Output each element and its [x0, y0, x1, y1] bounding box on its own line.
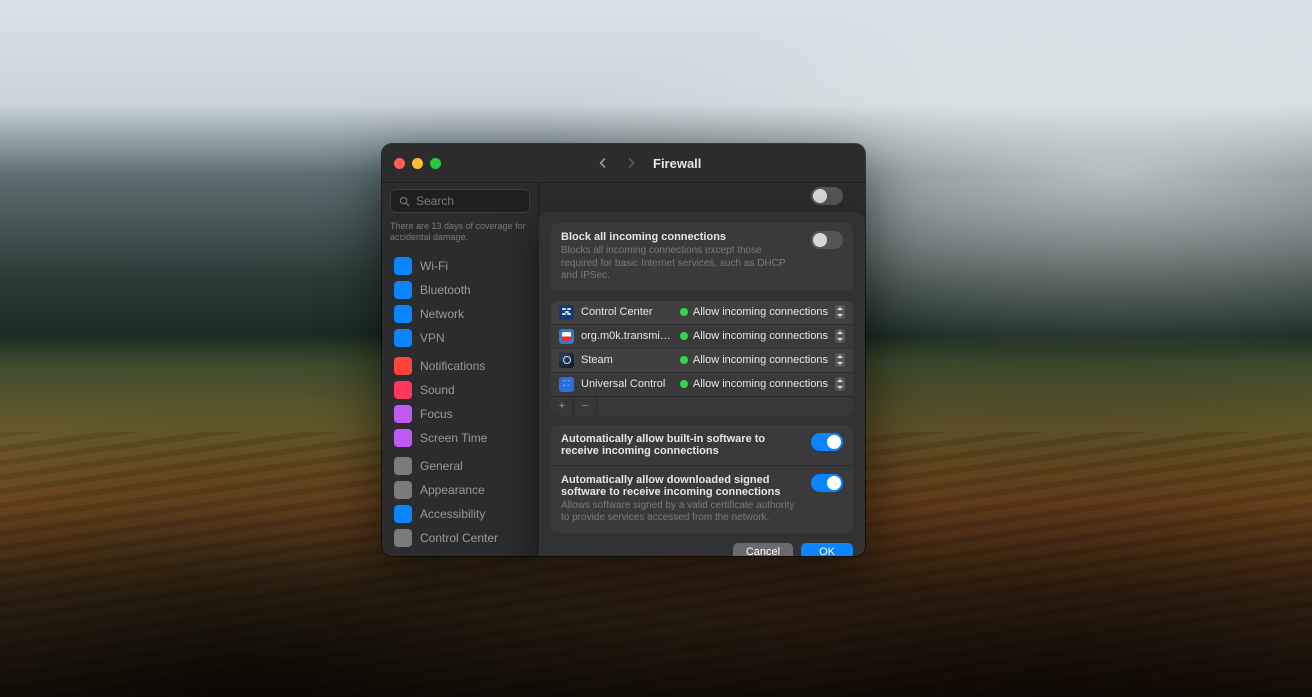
sidebar-item-network[interactable]: Network — [390, 302, 530, 326]
bt-icon — [394, 281, 412, 299]
auto-signed-title: Automatically allow downloaded signed so… — [561, 474, 801, 498]
app-name: Universal Control — [581, 378, 673, 390]
bell-icon — [394, 357, 412, 375]
app-icon — [559, 353, 574, 368]
snd-icon — [394, 381, 412, 399]
app-status-text: Allow incoming connections — [693, 306, 828, 318]
app-status: Allow incoming connections — [680, 354, 828, 366]
net-icon — [394, 305, 412, 323]
sidebar-item-control-center[interactable]: Control Center — [390, 526, 530, 550]
block-all-title: Block all incoming connections — [561, 231, 801, 243]
app-name: Steam — [581, 354, 673, 366]
sheet-backdrop: Block all incoming connections Blocks al… — [539, 183, 865, 556]
cc-icon — [394, 529, 412, 547]
main-pane: Options… ? Block all incoming connection… — [539, 183, 865, 556]
sidebar-item-label: VPN — [420, 331, 445, 345]
app-status-text: Allow incoming connections — [693, 378, 828, 390]
search-input[interactable]: Search — [390, 189, 530, 213]
app-name: org.m0k.transmission — [581, 330, 673, 342]
sidebar-item-bluetooth[interactable]: Bluetooth — [390, 278, 530, 302]
block-all-toggle[interactable] — [811, 231, 843, 249]
app-status-stepper[interactable] — [835, 353, 845, 367]
block-all-desc: Blocks all incoming connections except t… — [561, 245, 801, 283]
app-status-stepper[interactable] — [835, 305, 845, 319]
app-icon — [559, 329, 574, 344]
sidebar-item-vpn[interactable]: VPN — [390, 326, 530, 350]
sidebar-item-label: Accessibility — [420, 507, 485, 521]
sidebar-item-appearance[interactable]: Appearance — [390, 478, 530, 502]
search-icon — [399, 196, 410, 207]
app-status-text: Allow incoming connections — [693, 330, 828, 342]
system-settings-window: Firewall Search There are 13 days of cov… — [382, 144, 865, 556]
app-name: Control Center — [581, 306, 673, 318]
applecare-notice: There are 13 days of coverage for accide… — [390, 221, 530, 244]
status-dot-icon — [680, 332, 688, 340]
st-icon — [394, 429, 412, 447]
sidebar-item-label: General — [420, 459, 463, 473]
sidebar-item-accessibility[interactable]: Accessibility — [390, 502, 530, 526]
app-icon — [559, 305, 574, 320]
auto-builtin-toggle[interactable] — [811, 433, 843, 451]
vpn-icon — [394, 329, 412, 347]
sidebar-item-wi-fi[interactable]: Wi-Fi — [390, 254, 530, 278]
ok-button[interactable]: OK — [801, 543, 853, 557]
window-titlebar: Firewall — [382, 144, 865, 183]
sidebar-item-label: Wi-Fi — [420, 259, 448, 273]
status-dot-icon — [680, 356, 688, 364]
sidebar-item-label: Appearance — [420, 483, 485, 497]
sidebar-item-label: Screen Time — [420, 431, 487, 445]
minimize-window-button[interactable] — [412, 158, 423, 169]
acc-icon — [394, 505, 412, 523]
zoom-window-button[interactable] — [430, 158, 441, 169]
app-status-stepper[interactable] — [835, 329, 845, 343]
block-all-section: Block all incoming connections Blocks al… — [551, 223, 853, 291]
wifi-icon — [394, 257, 412, 275]
focus-icon — [394, 405, 412, 423]
window-traffic-lights — [394, 158, 441, 169]
sidebar-item-notifications[interactable]: Notifications — [390, 354, 530, 378]
auto-signed-toggle[interactable] — [811, 474, 843, 492]
nav-back-button[interactable] — [593, 153, 613, 173]
sidebar-item-label: Control Center — [420, 531, 498, 545]
app-row[interactable]: Steam Allow incoming connections — [551, 348, 853, 372]
close-window-button[interactable] — [394, 158, 405, 169]
search-placeholder: Search — [416, 194, 454, 208]
sidebar-item-label: Focus — [420, 407, 453, 421]
status-dot-icon — [680, 308, 688, 316]
app-row[interactable]: org.m0k.transmission Allow incoming conne… — [551, 324, 853, 348]
firewall-options-sheet: Block all incoming connections Blocks al… — [539, 213, 865, 556]
auto-builtin-title: Automatically allow built-in software to… — [561, 433, 801, 457]
sidebar-item-screen-time[interactable]: Screen Time — [390, 426, 530, 450]
sidebar-item-label: Network — [420, 307, 464, 321]
app-status: Allow incoming connections — [680, 330, 828, 342]
gear-icon — [394, 457, 412, 475]
app-status: Allow incoming connections — [680, 378, 828, 390]
app-row[interactable]: Universal Control Allow incoming connecti… — [551, 372, 853, 396]
app-icon — [559, 377, 574, 392]
window-title: Firewall — [653, 156, 701, 171]
app-status-stepper[interactable] — [835, 377, 845, 391]
remove-app-button[interactable]: − — [574, 397, 597, 415]
app-list: Control Center Allow incoming connections… — [551, 301, 853, 415]
auto-signed-desc: Allows software signed by a valid certif… — [561, 500, 801, 525]
sidebar-item-label: Sound — [420, 383, 455, 397]
app-row[interactable]: Control Center Allow incoming connections — [551, 301, 853, 324]
sidebar: Search There are 13 days of coverage for… — [382, 183, 539, 556]
sidebar-item-label: Bluetooth — [420, 283, 471, 297]
sidebar-item-label: Notifications — [420, 359, 485, 373]
status-dot-icon — [680, 380, 688, 388]
sidebar-item-focus[interactable]: Focus — [390, 402, 530, 426]
app-status: Allow incoming connections — [680, 306, 828, 318]
app-list-footer: +− — [551, 396, 853, 415]
sidebar-item-sound[interactable]: Sound — [390, 378, 530, 402]
sidebar-item-general[interactable]: General — [390, 454, 530, 478]
app-status-text: Allow incoming connections — [693, 354, 828, 366]
add-app-button[interactable]: + — [551, 397, 574, 415]
app-icon — [394, 481, 412, 499]
nav-forward-button[interactable] — [621, 153, 641, 173]
cancel-button[interactable]: Cancel — [733, 543, 793, 557]
